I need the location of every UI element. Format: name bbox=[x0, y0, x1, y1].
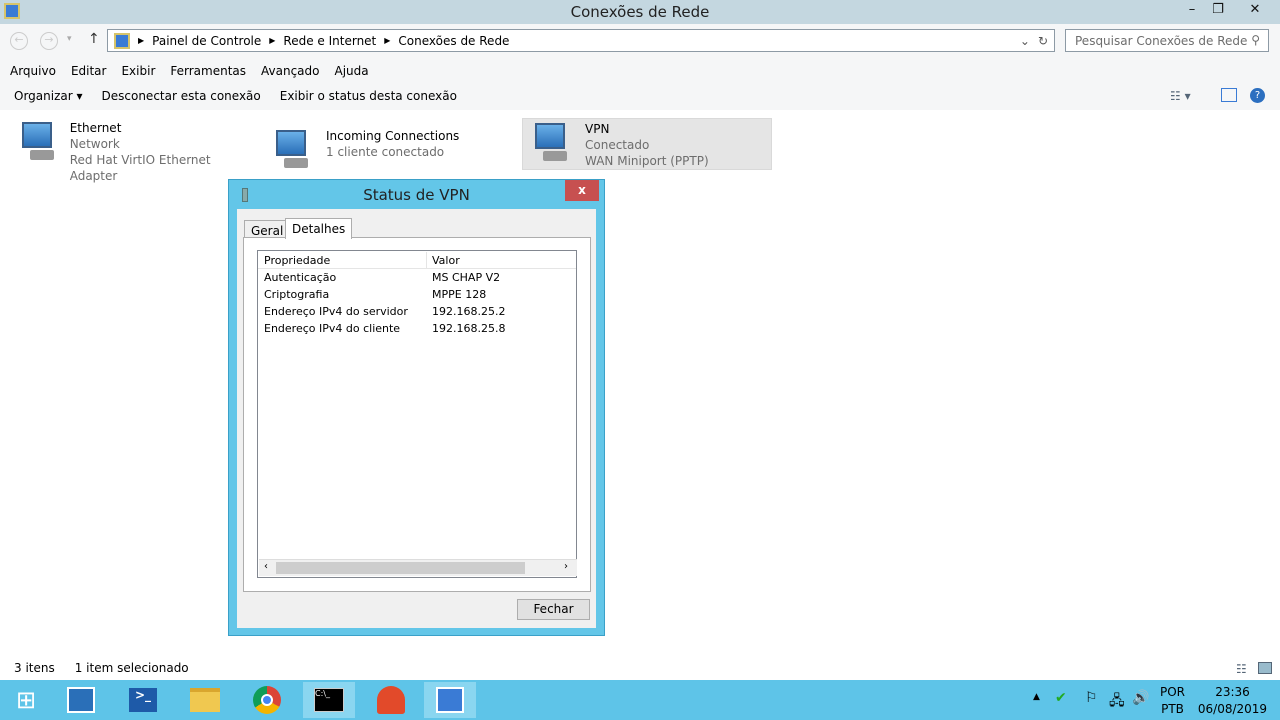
recent-dropdown-icon[interactable]: ▾ bbox=[67, 34, 72, 44]
computer-icon bbox=[272, 128, 316, 172]
close-button[interactable]: ✕ bbox=[1236, 0, 1274, 20]
forward-button[interactable]: → bbox=[40, 32, 58, 50]
help-icon[interactable]: ? bbox=[1250, 88, 1265, 103]
refresh-icon[interactable]: ↻ bbox=[1038, 34, 1048, 48]
selected-count: 1 item selecionado bbox=[74, 661, 189, 675]
address-dropdown-icon[interactable]: ⌄ bbox=[1020, 34, 1030, 48]
network-tray-icon[interactable]: 🖧 bbox=[1109, 690, 1125, 714]
window-title: Conexões de Rede bbox=[570, 3, 710, 21]
details-list[interactable]: Propriedade Valor Autenticação MS CHAP V2… bbox=[257, 250, 577, 578]
column-valor[interactable]: Valor bbox=[432, 252, 460, 269]
menu-ajuda[interactable]: Ajuda bbox=[335, 64, 369, 80]
menu-avancado[interactable]: Avançado bbox=[261, 64, 319, 80]
column-divider[interactable] bbox=[426, 252, 427, 268]
volume-icon[interactable]: 🔊 bbox=[1132, 690, 1149, 706]
details-view-icon[interactable]: ☷ bbox=[1236, 662, 1247, 676]
connection-ethernet[interactable]: Ethernet Network Red Hat VirtIO Ethernet A… bbox=[10, 118, 260, 183]
menu-arquivo[interactable]: Arquivo bbox=[10, 64, 56, 80]
search-input[interactable]: Pesquisar Conexões de Rede ⚲ bbox=[1065, 29, 1269, 52]
scroll-right-icon[interactable]: › bbox=[564, 561, 568, 572]
dialog-close-button[interactable]: x bbox=[565, 180, 599, 201]
vpn-icon bbox=[531, 121, 575, 165]
preview-pane-icon[interactable] bbox=[1221, 88, 1237, 102]
action-center-flag-icon[interactable]: ⚐ bbox=[1085, 690, 1098, 706]
column-propriedade[interactable]: Propriedade bbox=[264, 252, 330, 269]
connection-incoming[interactable]: Incoming Connections 1 cliente conectado bbox=[264, 118, 514, 170]
fechar-button[interactable]: Fechar bbox=[517, 599, 590, 620]
clock[interactable]: 23:36 06/08/2019 bbox=[1195, 684, 1270, 718]
start-button[interactable]: ⊞ bbox=[0, 682, 52, 718]
disconnect-button[interactable]: Desconectar esta conexão bbox=[102, 89, 261, 105]
ethernet-adapter-icon bbox=[18, 120, 60, 164]
table-row[interactable]: Endereço IPv4 do cliente 192.168.25.8 bbox=[258, 320, 576, 337]
large-icons-view-icon[interactable] bbox=[1258, 662, 1272, 674]
server-manager-icon[interactable] bbox=[55, 682, 107, 718]
show-hidden-icons[interactable]: ▲ bbox=[1033, 692, 1040, 702]
up-button[interactable]: ↑ bbox=[88, 31, 100, 47]
table-row[interactable]: Autenticação MS CHAP V2 bbox=[258, 269, 576, 286]
scrollbar-thumb[interactable] bbox=[276, 562, 525, 574]
usb-safely-remove-icon[interactable]: ✔ bbox=[1055, 690, 1067, 706]
breadcrumb-painel[interactable]: Painel de Controle bbox=[152, 34, 261, 48]
language-indicator[interactable]: POR PTB bbox=[1160, 684, 1185, 718]
network-connections-taskbar-icon[interactable] bbox=[424, 682, 476, 718]
breadcrumb-conexoes[interactable]: Conexões de Rede bbox=[398, 34, 509, 48]
menu-editar[interactable]: Editar bbox=[71, 64, 107, 80]
menu-ferramentas[interactable]: Ferramentas bbox=[170, 64, 246, 80]
item-count: 3 itens bbox=[14, 661, 55, 675]
dialog-body: Geral Detalhes Propriedade Valor Autenti… bbox=[237, 209, 596, 628]
back-button[interactable]: ← bbox=[10, 32, 28, 50]
tab-detalhes[interactable]: Detalhes bbox=[285, 218, 353, 239]
breadcrumb-rede[interactable]: Rede e Internet bbox=[283, 34, 376, 48]
restore-button[interactable]: ❐ bbox=[1201, 0, 1235, 20]
menu-bar: Arquivo Editar Exibir Ferramentas Avança… bbox=[0, 60, 1280, 84]
connection-vpn[interactable]: VPN Conectado WAN Miniport (PPTP) bbox=[522, 118, 772, 170]
title-bar: Conexões de Rede – ❐ ✕ bbox=[0, 0, 1280, 24]
tab-geral[interactable]: Geral bbox=[244, 220, 291, 238]
table-row[interactable]: Criptografia MPPE 128 bbox=[258, 286, 576, 303]
network-icon bbox=[114, 32, 130, 49]
vpn-client-icon[interactable] bbox=[365, 682, 417, 718]
command-bar: Organizar ▾ Desconectar esta conexão Exi… bbox=[0, 84, 1280, 110]
file-explorer-icon[interactable] bbox=[179, 682, 231, 718]
view-options-icon[interactable]: ☷ ▾ bbox=[1170, 89, 1191, 103]
vpn-status-dialog: Status de VPN x Geral Detalhes Proprieda… bbox=[228, 179, 605, 636]
list-header: Propriedade Valor bbox=[258, 252, 576, 269]
chrome-icon[interactable] bbox=[241, 682, 293, 718]
search-icon: ⚲ bbox=[1251, 33, 1260, 47]
table-row[interactable]: Endereço IPv4 do servidor 192.168.25.2 bbox=[258, 303, 576, 320]
dialog-title: Status de VPN bbox=[363, 186, 470, 204]
status-bar: 3 itens 1 item selecionado ☷ bbox=[0, 658, 1280, 680]
view-status-button[interactable]: Exibir o status desta conexão bbox=[280, 89, 457, 105]
windows-icon: ⊞ bbox=[15, 686, 37, 714]
details-panel: Propriedade Valor Autenticação MS CHAP V2… bbox=[243, 237, 591, 592]
cmd-icon[interactable]: C:\_ bbox=[303, 682, 355, 718]
organize-button[interactable]: Organizar ▾ bbox=[14, 89, 83, 105]
scroll-left-icon[interactable]: ‹ bbox=[264, 561, 268, 572]
menu-exibir[interactable]: Exibir bbox=[121, 64, 155, 80]
powershell-icon[interactable]: >_ bbox=[117, 682, 169, 718]
horizontal-scrollbar[interactable]: ‹ › bbox=[259, 559, 577, 576]
address-bar[interactable]: ▶ Painel de Controle ▶ Rede e Internet ▶… bbox=[107, 29, 1055, 52]
